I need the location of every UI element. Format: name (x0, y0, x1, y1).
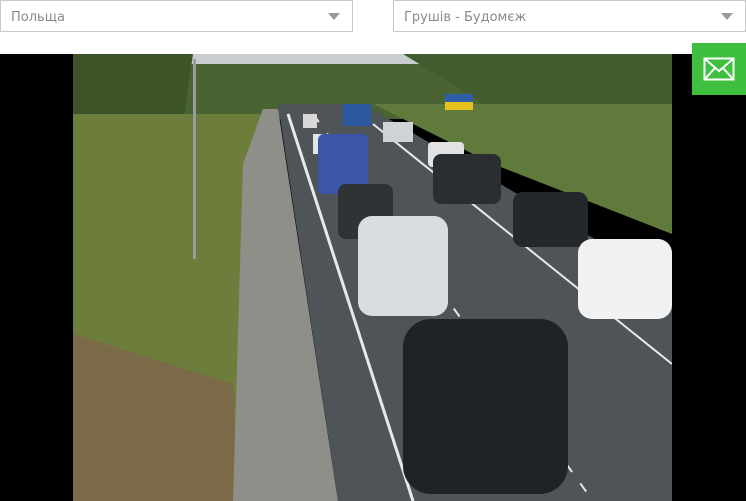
chevron-down-icon (328, 13, 340, 20)
camera-feed-container (0, 54, 746, 501)
email-button[interactable] (692, 43, 746, 95)
border-crossing-select[interactable]: Грушів - Будомєж (393, 0, 746, 32)
border-crossing-select-value: Грушів - Будомєж (404, 10, 527, 25)
country-select[interactable]: Польща (0, 0, 353, 32)
envelope-icon (703, 57, 735, 81)
traffic-camera-scene (73, 54, 672, 501)
chevron-down-icon (721, 13, 733, 20)
camera-image (73, 54, 672, 501)
country-select-value: Польща (11, 10, 65, 25)
